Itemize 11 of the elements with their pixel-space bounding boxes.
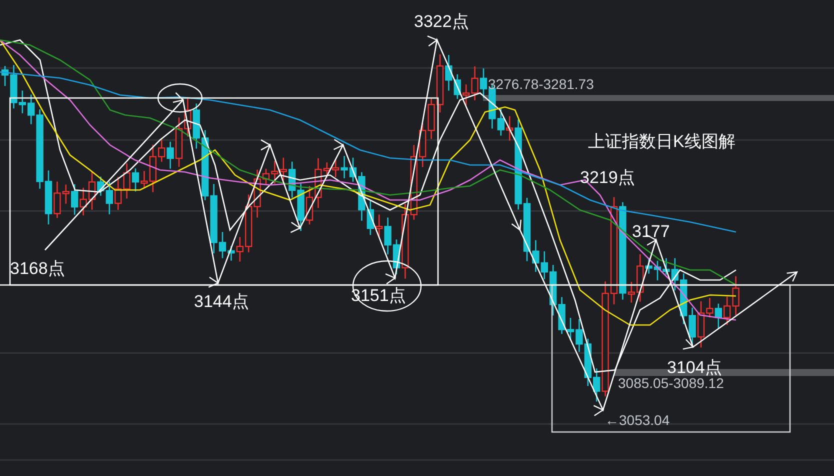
price-label: 3144点 <box>194 292 249 311</box>
price-label: 3104点 <box>667 358 722 377</box>
price-label: 3276.78-3281.73 <box>488 76 594 92</box>
price-label: 3322点 <box>414 12 469 31</box>
price-label: 3168点 <box>10 259 65 278</box>
price-label: 3177 <box>632 222 670 241</box>
price-label: ←3053.04 <box>605 412 670 428</box>
chart-title: 上证指数日K线图解 <box>588 132 736 151</box>
price-label: 3219点 <box>580 168 635 187</box>
highlight-ellipse <box>157 83 203 113</box>
price-label: 3085.05-3089.12 <box>618 375 724 391</box>
